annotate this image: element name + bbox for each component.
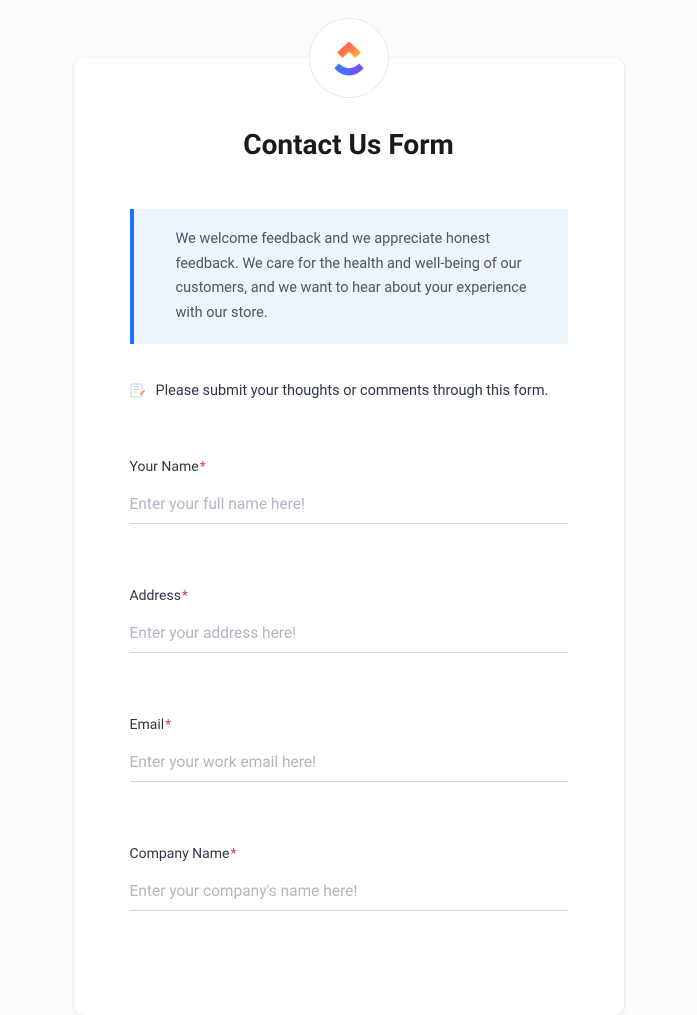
field-your-name: Your Name* (130, 459, 568, 524)
input-company-name[interactable] (130, 876, 568, 911)
label-text: Address (130, 588, 181, 604)
submit-prompt-text: Please submit your thoughts or comments … (156, 382, 549, 399)
field-company-name: Company Name* (130, 846, 568, 911)
input-address[interactable] (130, 618, 568, 653)
welcome-text: We welcome feedback and we appreciate ho… (176, 227, 542, 326)
label-company-name: Company Name* (130, 846, 568, 862)
page-title: Contact Us Form (130, 128, 568, 161)
logo-circle (309, 18, 389, 98)
label-text: Email (130, 717, 165, 733)
required-star: * (182, 588, 188, 604)
label-address: Address* (130, 588, 568, 604)
label-text: Company Name (130, 846, 230, 862)
required-star: * (230, 846, 236, 862)
label-email: Email* (130, 717, 568, 733)
page-wrapper: Contact Us Form We welcome feedback and … (0, 0, 697, 1015)
form-card: Contact Us Form We welcome feedback and … (74, 58, 624, 1015)
welcome-banner: We welcome feedback and we appreciate ho… (130, 209, 568, 344)
field-address: Address* (130, 588, 568, 653)
pencil-note-icon (130, 382, 146, 398)
required-star: * (200, 459, 206, 475)
label-text: Your Name (130, 459, 199, 475)
submit-prompt: Please submit your thoughts or comments … (130, 382, 568, 399)
clickup-logo-icon (327, 36, 371, 80)
input-your-name[interactable] (130, 489, 568, 524)
label-your-name: Your Name* (130, 459, 568, 475)
input-email[interactable] (130, 747, 568, 782)
required-star: * (165, 717, 171, 733)
field-email: Email* (130, 717, 568, 782)
